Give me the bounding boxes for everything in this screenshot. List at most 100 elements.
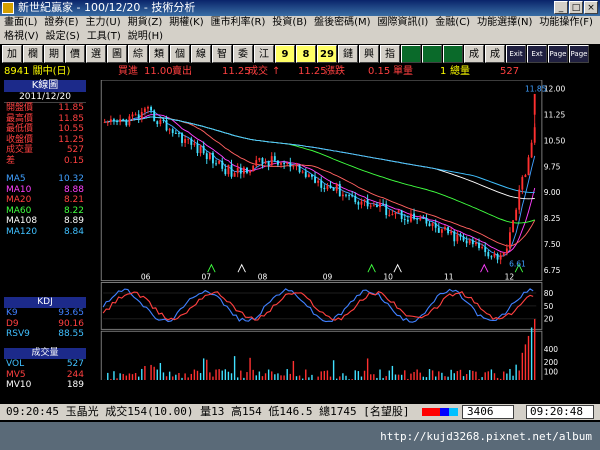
candle-body — [385, 203, 388, 216]
menu-item[interactable]: 盤後密碼(M) — [314, 16, 370, 30]
candle-body — [199, 145, 202, 154]
toolbar-button[interactable]: Ext — [527, 45, 547, 63]
menu-item[interactable]: 畫面(L) — [4, 16, 37, 30]
y-tick-label: 11.25 — [544, 111, 566, 120]
candle-body — [431, 223, 434, 227]
menu-item[interactable]: 功能操作(F) — [539, 16, 593, 30]
ticker-text: 09:20:45 玉晶光 成交154(10.00) 量13 高154 低146.… — [6, 405, 410, 418]
kline-header[interactable]: K線圖 — [4, 80, 86, 92]
candle-body — [168, 129, 171, 131]
toolbar-button[interactable]: 9 — [275, 45, 295, 63]
stat-label: MA108 — [6, 216, 38, 226]
menu-item[interactable]: 期權(K) — [169, 16, 203, 30]
kdj-header[interactable]: KDJ — [4, 297, 86, 308]
candle-body — [205, 153, 208, 160]
toolbar-button[interactable]: 興 — [359, 45, 379, 63]
candle-body — [311, 174, 313, 177]
candle-body — [314, 176, 316, 183]
toolbar-button[interactable]: 欄 — [23, 45, 43, 63]
toolbar-button[interactable]: 成 — [464, 45, 484, 63]
candle-body — [255, 160, 258, 166]
candle-body — [289, 162, 292, 167]
menu-item[interactable]: 功能選擇(N) — [477, 16, 532, 30]
candle-body — [382, 203, 385, 205]
stock-code-input[interactable]: 3406 — [462, 405, 514, 419]
candle-body — [487, 252, 490, 257]
kline-date: 2011/12/20 — [4, 92, 86, 103]
toolbar-button[interactable]: 個 — [170, 45, 190, 63]
candle-body — [462, 236, 465, 241]
candle-body — [527, 157, 530, 176]
menu-item[interactable]: 國際資訊(I) — [378, 16, 429, 30]
candle-body — [509, 232, 511, 249]
candle-body — [125, 119, 128, 126]
toolbar-button[interactable]: 江 — [254, 45, 274, 63]
stat-value: 11.25 — [58, 134, 84, 145]
bid-value: 11.00 — [144, 66, 173, 77]
toolbar-button[interactable] — [401, 45, 421, 63]
candle-body — [208, 152, 211, 160]
toolbar-button[interactable]: Exit — [506, 45, 526, 63]
candle-body — [276, 160, 279, 165]
candle-body — [233, 173, 236, 177]
stats-panel: K線圖 2011/12/20 開盤價 11.85 最高價 11.85 最低價 10.55 收… — [4, 80, 86, 295]
watermark-url: http://kujd3268.pixnet.net/album — [380, 430, 592, 443]
close-button[interactable]: × — [584, 1, 598, 14]
toolbar-button[interactable]: Page Dn — [569, 45, 589, 63]
toolbar-button[interactable]: 29 — [317, 45, 337, 63]
toolbar-button[interactable]: 選 — [86, 45, 106, 63]
vol-tick-label: 400 — [544, 345, 559, 354]
toolbar-button[interactable]: 線 — [191, 45, 211, 63]
y-tick-label: 12.00 — [544, 85, 566, 94]
toolbar-button[interactable]: 期 — [44, 45, 64, 63]
menu-item[interactable]: 工具(T) — [87, 30, 121, 44]
maximize-button[interactable]: □ — [569, 1, 583, 14]
stat-label: 開盤價 — [6, 103, 34, 113]
menu-item[interactable]: 金融(C) — [435, 16, 470, 30]
stat-row: 最低價 10.55 — [4, 124, 86, 135]
menu-item[interactable]: 主力(U) — [86, 16, 121, 30]
stat-value: 8.22 — [63, 205, 84, 216]
stat-row: MV5 244 — [4, 370, 86, 381]
toolbar-button[interactable]: 8 — [296, 45, 316, 63]
menu-item[interactable]: 證券(E) — [44, 16, 78, 30]
candle-body — [171, 129, 174, 133]
toolbar-button[interactable] — [443, 45, 463, 63]
candle-body — [174, 132, 177, 134]
toolbar-button[interactable]: 指 — [380, 45, 400, 63]
candle-body — [505, 248, 508, 253]
stat-value: 90.16 — [58, 318, 84, 329]
stat-row: MA108 8.89 — [4, 216, 86, 227]
candle-body — [292, 166, 295, 168]
menu-item[interactable]: 匯市利率(R) — [211, 16, 266, 30]
toolbar-button[interactable]: 成 — [485, 45, 505, 63]
candle-body — [224, 168, 227, 175]
candle-body — [230, 164, 233, 177]
toolbar-button[interactable]: 圖 — [107, 45, 127, 63]
candle-body — [456, 234, 459, 242]
menu-item[interactable]: 格視(V) — [4, 30, 39, 44]
stat-value: 0.15 — [63, 155, 84, 166]
menu-item[interactable]: 設定(S) — [46, 30, 80, 44]
candle-body — [326, 185, 329, 190]
toolbar-button[interactable]: 加 — [2, 45, 22, 63]
technical-chart[interactable]: 12.00 11.25 10.50 9.75 9.00 8.25 7.50 6.75 06 07… — [0, 80, 600, 380]
candle-body — [422, 217, 425, 219]
candle-body — [218, 160, 221, 164]
toolbar-button[interactable]: 委 — [233, 45, 253, 63]
menu-item[interactable]: 期貨(Z) — [128, 16, 163, 30]
toolbar-button[interactable] — [422, 45, 442, 63]
minimize-button[interactable]: _ — [554, 1, 568, 14]
toolbar-button[interactable]: 鏈 — [338, 45, 358, 63]
toolbar-button[interactable]: 智 — [212, 45, 232, 63]
candle-body — [320, 180, 323, 188]
menu-item[interactable]: 投資(B) — [272, 16, 307, 30]
toolbar-button[interactable]: 價 — [65, 45, 85, 63]
y-tick-label: 7.50 — [544, 240, 561, 249]
menu-item[interactable]: 說明(H) — [128, 30, 163, 44]
toolbar-button[interactable]: 類 — [149, 45, 169, 63]
volume-header[interactable]: 成交量 — [4, 348, 86, 359]
toolbar-button[interactable]: Page Up — [548, 45, 568, 63]
kdj-legend-panel: KDJ K9 93.65 D9 90.16 RSV9 88.55 — [4, 297, 86, 345]
toolbar-button[interactable]: 綜 — [128, 45, 148, 63]
